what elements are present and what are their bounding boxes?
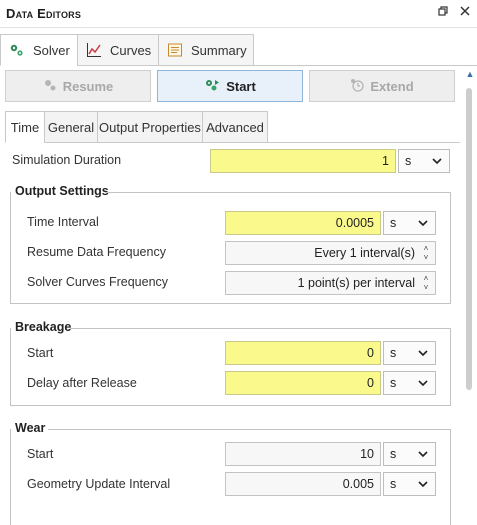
panel-title: Data Editors xyxy=(6,6,82,21)
breakage-start-unit: s xyxy=(390,346,397,360)
breakage-start-input[interactable]: 0 xyxy=(225,341,381,365)
extend-label: Extend xyxy=(370,78,414,94)
subtab-strip-divider xyxy=(267,142,460,143)
tab-summary[interactable]: Summary xyxy=(158,34,254,66)
delay-after-release-label: Delay after Release xyxy=(27,376,137,390)
scroll-up-icon[interactable]: ▲ xyxy=(464,68,476,80)
geometry-update-interval-label: Geometry Update Interval xyxy=(27,477,171,491)
chevron-down-icon xyxy=(418,451,428,458)
simulation-duration-unit: s xyxy=(405,154,412,168)
solver-curves-frequency-label: Solver Curves Frequency xyxy=(27,275,169,289)
spinner-arrows-icon[interactable]: ˄ ˅ xyxy=(421,274,431,292)
simulation-duration-input[interactable]: 1 xyxy=(210,149,396,173)
simulation-duration-label: Simulation Duration xyxy=(12,153,122,167)
geometry-update-interval-unit-select[interactable]: s xyxy=(383,472,436,496)
resume-label: Resume xyxy=(62,78,114,94)
breakage-start-unit-select[interactable]: s xyxy=(383,341,436,365)
tab-output-properties[interactable]: Output Properties xyxy=(97,111,203,143)
delay-after-release-unit: s xyxy=(390,376,397,390)
time-interval-unit-select[interactable]: s xyxy=(383,211,436,235)
resume-data-frequency-input[interactable]: Every 1 interval(s) ˄ ˅ xyxy=(225,241,436,265)
solver-curves-frequency-input[interactable]: 1 point(s) per interval ˄ ˅ xyxy=(225,271,436,295)
solver-curves-frequency-value: 1 point(s) per interval xyxy=(297,276,415,290)
tab-strip-divider xyxy=(254,65,477,66)
tab-time[interactable]: Time xyxy=(5,111,45,143)
spinner-arrows-icon[interactable]: ˄ ˅ xyxy=(421,244,431,262)
geometry-update-interval-input[interactable]: 0.005 xyxy=(225,472,381,496)
delay-after-release-input[interactable]: 0 xyxy=(225,371,381,395)
chevron-down-icon xyxy=(432,158,442,165)
tab-solver[interactable]: Solver xyxy=(0,34,78,66)
tab-output-properties-label: Output Properties xyxy=(99,119,201,135)
chevron-down-icon xyxy=(418,481,428,488)
document-icon xyxy=(167,42,183,58)
start-gear-icon xyxy=(204,78,220,95)
time-interval-input[interactable]: 0.0005 xyxy=(225,211,381,235)
breakage-start-label: Start xyxy=(27,346,54,360)
chevron-down-icon xyxy=(418,350,428,357)
tab-general-label: General xyxy=(47,119,95,135)
tab-curves-label: Curves xyxy=(110,42,152,58)
chevron-down-icon xyxy=(418,380,428,387)
resume-gear-icon xyxy=(43,78,57,95)
time-interval-unit: s xyxy=(390,216,397,230)
wear-start-unit-select[interactable]: s xyxy=(383,442,436,466)
wear-start-unit: s xyxy=(390,447,397,461)
extend-clock-icon xyxy=(350,78,364,95)
wear-start-label: Start xyxy=(27,447,54,461)
close-icon[interactable] xyxy=(458,6,472,20)
chevron-down-icon xyxy=(418,220,428,227)
delay-after-release-unit-select[interactable]: s xyxy=(383,371,436,395)
simulation-duration-unit-select[interactable]: s xyxy=(398,149,450,173)
time-interval-label: Time Interval xyxy=(27,215,99,229)
line-chart-icon xyxy=(86,42,102,58)
tab-advanced[interactable]: Advanced xyxy=(202,111,268,143)
tab-general[interactable]: General xyxy=(44,111,98,143)
panel-titlebar: Data Editors xyxy=(0,0,477,28)
resume-button[interactable]: Resume xyxy=(5,70,151,102)
tab-curves[interactable]: Curves xyxy=(77,34,159,66)
resume-data-frequency-value: Every 1 interval(s) xyxy=(314,246,415,260)
resume-data-frequency-label: Resume Data Frequency xyxy=(27,245,166,259)
wear-start-input[interactable]: 10 xyxy=(225,442,381,466)
tab-summary-label: Summary xyxy=(191,42,247,58)
scrollbar-thumb[interactable] xyxy=(466,88,472,390)
tab-advanced-label: Advanced xyxy=(206,119,264,135)
tab-time-label: Time xyxy=(10,119,40,135)
geometry-update-interval-unit: s xyxy=(390,477,397,491)
gears-icon xyxy=(9,42,25,58)
restore-icon[interactable] xyxy=(436,6,450,20)
tab-solver-label: Solver xyxy=(33,42,70,58)
start-label: Start xyxy=(226,78,256,94)
start-button[interactable]: Start xyxy=(157,70,303,102)
extend-button[interactable]: Extend xyxy=(309,70,455,102)
